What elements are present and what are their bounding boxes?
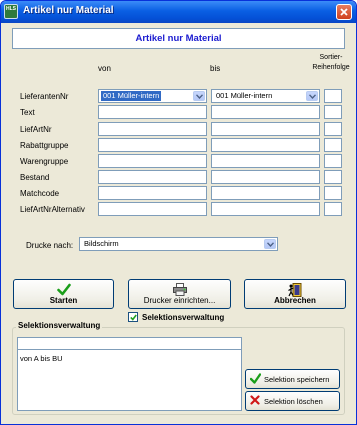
printer-setup-button[interactable]: Drucker einrichten... bbox=[128, 279, 231, 309]
selection-management-checkbox-label: Selektionsverwaltung bbox=[142, 313, 225, 322]
text-sort-field[interactable] bbox=[324, 105, 342, 119]
text-to-field[interactable] bbox=[211, 105, 320, 119]
liefartnr-to-field[interactable] bbox=[211, 122, 320, 136]
printer-setup-button-label: Drucker einrichten... bbox=[143, 296, 216, 305]
header-title: Artikel nur Material bbox=[135, 33, 222, 44]
save-selection-button[interactable]: Selektion speichern bbox=[245, 369, 340, 389]
selection-management-checkbox[interactable] bbox=[128, 312, 138, 322]
column-header-from: von bbox=[98, 64, 111, 73]
bestand-from-field[interactable] bbox=[98, 170, 207, 184]
liefartnralternativ-sort-field[interactable] bbox=[324, 202, 342, 216]
lieferantennr-to-dropdown-button[interactable] bbox=[306, 91, 318, 101]
row-label-liefartnr: LiefArtNr bbox=[20, 125, 52, 134]
dialog-window: HLS Artikel nur Material Artikel nur Mat… bbox=[0, 0, 357, 425]
row-label-text: Text bbox=[20, 108, 35, 117]
warengruppe-to-field[interactable] bbox=[211, 154, 320, 168]
row-label-lieferantennr: LieferantenNr bbox=[20, 92, 69, 101]
row-label-rabattgruppe: Rabattgruppe bbox=[20, 141, 69, 150]
column-header-sort: Sortier- Reihenfolge bbox=[312, 54, 350, 71]
exit-door-icon bbox=[288, 283, 302, 297]
matchcode-from-field[interactable] bbox=[98, 186, 207, 200]
row-label-bestand: Bestand bbox=[20, 173, 50, 182]
checkmark-icon bbox=[56, 283, 71, 296]
checkmark-icon bbox=[250, 373, 261, 384]
check-icon bbox=[130, 314, 137, 321]
close-icon bbox=[340, 8, 348, 16]
row-label-liefartnralternativ: LiefArtNrAlternativ bbox=[20, 205, 85, 214]
cancel-button-label: Abbrechen bbox=[274, 296, 316, 305]
matchcode-sort-field[interactable] bbox=[324, 186, 342, 200]
liefartnralternativ-from-field[interactable] bbox=[98, 202, 207, 216]
selection-list-item[interactable]: von A bis BU bbox=[20, 354, 63, 363]
app-icon: HLS bbox=[4, 4, 18, 19]
lieferantennr-sort-field[interactable] bbox=[324, 89, 342, 103]
rabattgruppe-from-field[interactable] bbox=[98, 138, 207, 152]
chevron-down-icon bbox=[196, 94, 203, 99]
lieferantennr-from-value: 001 Müller-intern bbox=[101, 91, 162, 101]
chevron-down-icon bbox=[309, 94, 316, 99]
lieferantennr-from-combo[interactable]: 001 Müller-intern bbox=[98, 89, 207, 103]
cancel-button[interactable]: Abbrechen bbox=[244, 279, 346, 309]
lieferantennr-to-combo[interactable]: 001 Müller-intern bbox=[211, 89, 320, 103]
close-button[interactable] bbox=[336, 4, 352, 20]
lieferantennr-from-dropdown-button[interactable] bbox=[193, 91, 205, 101]
window-title: Artikel nur Material bbox=[23, 5, 114, 16]
bestand-sort-field[interactable] bbox=[324, 170, 342, 184]
print-target-value: Bildschirm bbox=[84, 239, 119, 248]
rabattgruppe-sort-field[interactable] bbox=[324, 138, 342, 152]
row-label-matchcode: Matchcode bbox=[20, 189, 60, 198]
matchcode-to-field[interactable] bbox=[211, 186, 320, 200]
delete-selection-button[interactable]: Selektion löschen bbox=[245, 391, 340, 411]
printer-icon bbox=[172, 283, 187, 296]
print-target-combo[interactable]: Bildschirm bbox=[79, 237, 278, 251]
liefartnralternativ-to-field[interactable] bbox=[211, 202, 320, 216]
start-button[interactable]: Starten bbox=[13, 279, 114, 309]
liefartnr-sort-field[interactable] bbox=[324, 122, 342, 136]
selection-group-title: Selektionsverwaltung bbox=[16, 321, 103, 330]
text-from-field[interactable] bbox=[98, 105, 207, 119]
save-selection-label: Selektion speichern bbox=[264, 375, 330, 384]
delete-x-icon bbox=[250, 395, 260, 405]
selection-list[interactable]: von A bis BU bbox=[17, 349, 242, 411]
warengruppe-sort-field[interactable] bbox=[324, 154, 342, 168]
warengruppe-from-field[interactable] bbox=[98, 154, 207, 168]
header-panel: Artikel nur Material bbox=[12, 28, 345, 49]
title-bar[interactable]: HLS Artikel nur Material bbox=[1, 1, 356, 23]
print-target-label: Drucke nach: bbox=[26, 241, 74, 250]
lieferantennr-to-value: 001 Müller-intern bbox=[216, 91, 273, 100]
column-header-to: bis bbox=[210, 64, 221, 73]
delete-selection-label: Selektion löschen bbox=[264, 397, 323, 406]
bestand-to-field[interactable] bbox=[211, 170, 320, 184]
liefartnr-from-field[interactable] bbox=[98, 122, 207, 136]
row-label-warengruppe: Warengruppe bbox=[20, 157, 69, 166]
print-target-dropdown-button[interactable] bbox=[264, 239, 276, 249]
start-button-label: Starten bbox=[49, 296, 78, 305]
chevron-down-icon bbox=[267, 242, 274, 247]
rabattgruppe-to-field[interactable] bbox=[211, 138, 320, 152]
